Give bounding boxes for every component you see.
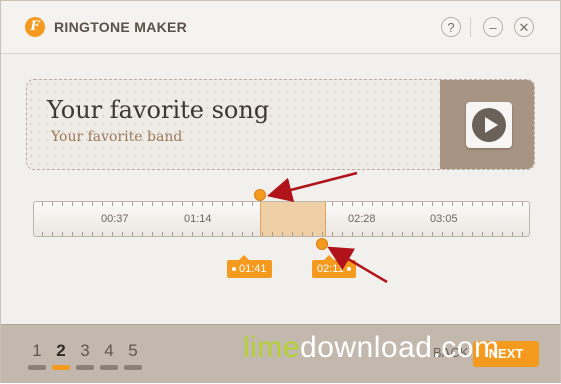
watermark-part1: lime <box>243 331 301 364</box>
step-indicator <box>124 365 142 370</box>
step-5[interactable]: 5 <box>125 341 141 361</box>
step-indicator <box>100 365 118 370</box>
annotation-arrow-end <box>327 246 388 284</box>
annotation-arrow-start <box>266 171 358 203</box>
step-2[interactable]: 2 <box>53 341 69 361</box>
watermark-part2: download.com <box>300 331 500 364</box>
step-indicator <box>28 365 46 370</box>
step-3[interactable]: 3 <box>77 341 93 361</box>
step-4[interactable]: 4 <box>101 341 117 361</box>
step-1[interactable]: 1 <box>29 341 45 361</box>
watermark: limedownload.com <box>243 331 499 365</box>
step-indicator <box>76 365 94 370</box>
ringtone-maker-window: F RINGTONE MAKER ? – ✕ Your favorite son… <box>0 0 561 383</box>
step-indicator-active <box>52 365 70 370</box>
